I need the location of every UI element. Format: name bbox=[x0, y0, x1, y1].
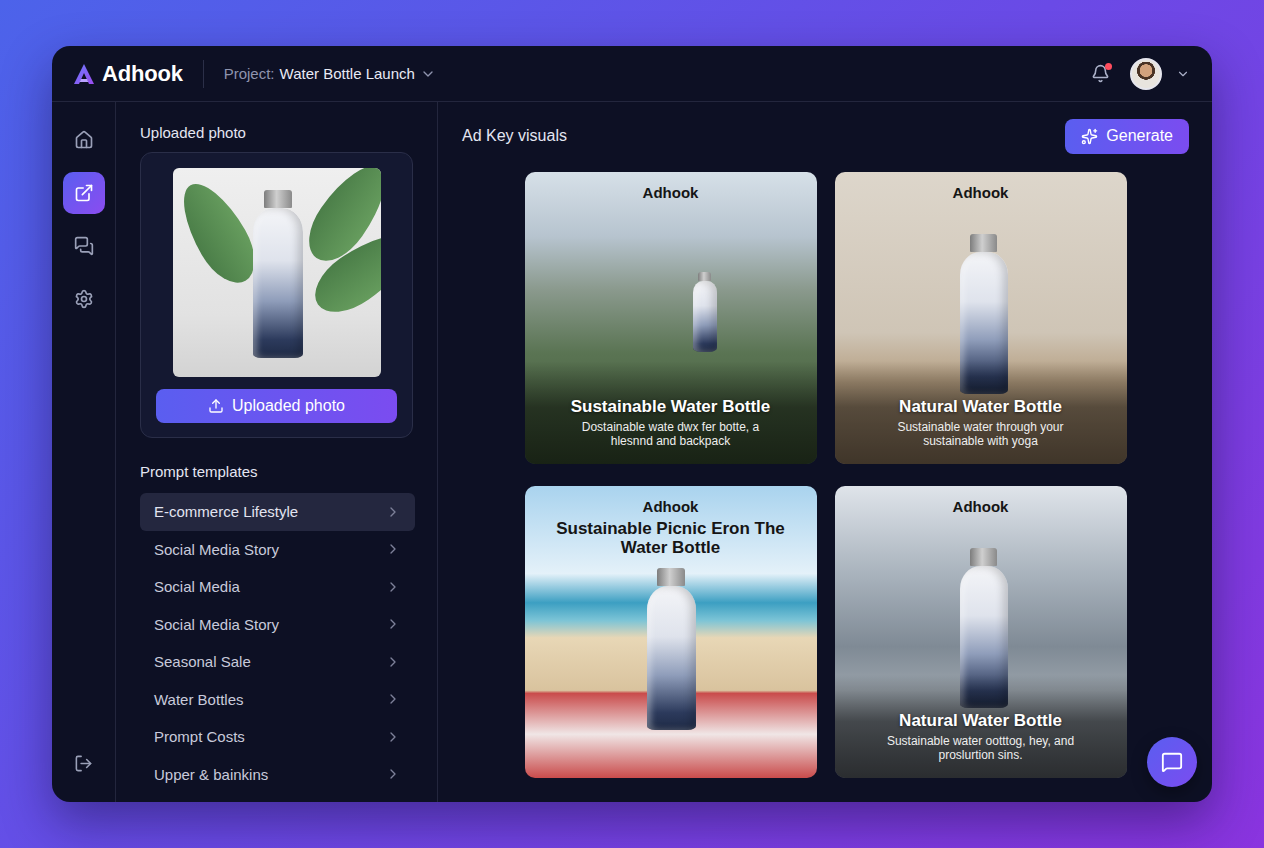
card-subtitle: Sustainable water ootttog, hey, and pros… bbox=[871, 734, 1091, 762]
template-item[interactable]: Social Media bbox=[140, 568, 415, 606]
visual-card[interactable]: Adhook Sustainable Picnic Eron The Water … bbox=[525, 486, 817, 778]
generate-button[interactable]: Generate bbox=[1065, 119, 1189, 154]
upload-button[interactable]: Uploaded photo bbox=[156, 389, 397, 423]
user-avatar[interactable] bbox=[1130, 58, 1162, 90]
logo[interactable]: Adhook bbox=[72, 61, 183, 87]
visuals-grid: Adhook Sustainable Water Bottle Dostainabl… bbox=[462, 172, 1189, 778]
card-caption: Sustainable Water Bottle Dostainable wate… bbox=[525, 361, 817, 464]
template-item[interactable]: Upper & bainkins bbox=[140, 756, 415, 794]
template-item[interactable]: Prompt Costs bbox=[140, 718, 415, 756]
chevron-right-icon bbox=[385, 654, 401, 670]
app-window: Adhook Project: Water Bottle Launch Uploade… bbox=[52, 46, 1212, 802]
logo-text: Adhook bbox=[102, 61, 183, 87]
card-title: Natural Water Bottle bbox=[851, 711, 1111, 731]
notifications-button[interactable] bbox=[1091, 64, 1110, 83]
template-list: E-commerce LifestyleSocial Media StorySo… bbox=[140, 493, 415, 793]
upload-title: Uploaded photo bbox=[140, 124, 413, 142]
card-brand: Adhook bbox=[953, 498, 1009, 515]
template-item[interactable]: Seasonal Sale bbox=[140, 643, 415, 681]
chevron-right-icon bbox=[385, 541, 401, 557]
card-title: Sustainable Water Bottle bbox=[541, 397, 801, 417]
rail-button[interactable] bbox=[63, 172, 105, 214]
rail-button[interactable] bbox=[63, 278, 105, 320]
logout-icon bbox=[74, 754, 93, 773]
card-brand: Adhook bbox=[643, 184, 699, 201]
chevron-right-icon bbox=[385, 691, 401, 707]
card-subtitle: Dostainable wate dwx fer botte, a hlesnn… bbox=[561, 420, 781, 448]
project-name: Water Bottle Launch bbox=[280, 65, 415, 82]
visual-card[interactable]: Adhook Natural Water Bottle Sustainable wa… bbox=[835, 172, 1127, 464]
visual-card[interactable]: Adhook Natural Water Bottle Sustainable wa… bbox=[835, 486, 1127, 778]
uploaded-photo bbox=[173, 168, 381, 377]
chevron-right-icon bbox=[385, 504, 401, 520]
settings-icon bbox=[74, 289, 94, 309]
chevron-right-icon bbox=[385, 766, 401, 782]
create-icon bbox=[74, 183, 94, 203]
card-title: Sustainable Picnic Eron The Water Bottle bbox=[556, 519, 786, 557]
card-title: Natural Water Bottle bbox=[851, 397, 1111, 417]
project-label: Project: bbox=[224, 65, 275, 82]
bottle-image bbox=[647, 568, 696, 730]
logo-icon bbox=[72, 62, 96, 86]
bottle-image bbox=[253, 190, 303, 358]
chat-icon bbox=[1161, 751, 1183, 773]
rail-button[interactable] bbox=[63, 119, 105, 161]
chevron-down-icon bbox=[420, 66, 436, 82]
card-brand: Adhook bbox=[953, 184, 1009, 201]
template-item[interactable]: Social Media Story bbox=[140, 606, 415, 644]
chat-button[interactable] bbox=[1147, 737, 1197, 787]
home-icon bbox=[74, 130, 94, 150]
header-divider bbox=[203, 60, 204, 88]
unread-dot bbox=[1105, 63, 1112, 70]
page: Adhook Project: Water Bottle Launch Uploade… bbox=[0, 0, 1264, 848]
upload-icon bbox=[208, 398, 224, 414]
card-caption: Natural Water Bottle Sustainable water th… bbox=[835, 361, 1127, 464]
logout-button[interactable] bbox=[63, 742, 105, 784]
upload-card: Uploaded photo bbox=[140, 152, 413, 438]
header: Adhook Project: Water Bottle Launch bbox=[52, 46, 1212, 102]
project-selector[interactable]: Project: Water Bottle Launch bbox=[224, 65, 436, 82]
chevron-right-icon bbox=[385, 729, 401, 745]
template-item[interactable]: Social Media Story bbox=[140, 531, 415, 569]
left-panel: Uploaded photo Uploaded photo Prompt templ… bbox=[116, 102, 438, 802]
template-item[interactable]: Water Bottles bbox=[140, 681, 415, 719]
messages-icon bbox=[74, 236, 94, 256]
bottle-image bbox=[693, 272, 717, 352]
visuals-title: Ad Key visuals bbox=[462, 127, 567, 145]
card-subtitle: Sustainable water through your sustainab… bbox=[871, 420, 1091, 448]
icon-rail bbox=[52, 102, 116, 802]
visual-card[interactable]: Adhook Sustainable Water Bottle Dostainabl… bbox=[525, 172, 817, 464]
sparkles-icon bbox=[1081, 128, 1098, 145]
template-item[interactable]: E-commerce Lifestyle bbox=[140, 493, 415, 531]
card-caption: Natural Water Bottle Sustainable water oo… bbox=[835, 675, 1127, 778]
chevron-right-icon bbox=[385, 616, 401, 632]
rail-button[interactable] bbox=[63, 225, 105, 267]
chevron-right-icon bbox=[385, 579, 401, 595]
main-area: Ad Key visuals Generate Adhook Sustainable … bbox=[438, 102, 1212, 802]
chevron-down-icon[interactable] bbox=[1176, 67, 1190, 81]
templates-title: Prompt templates bbox=[140, 463, 413, 481]
card-brand: Adhook bbox=[643, 498, 699, 515]
